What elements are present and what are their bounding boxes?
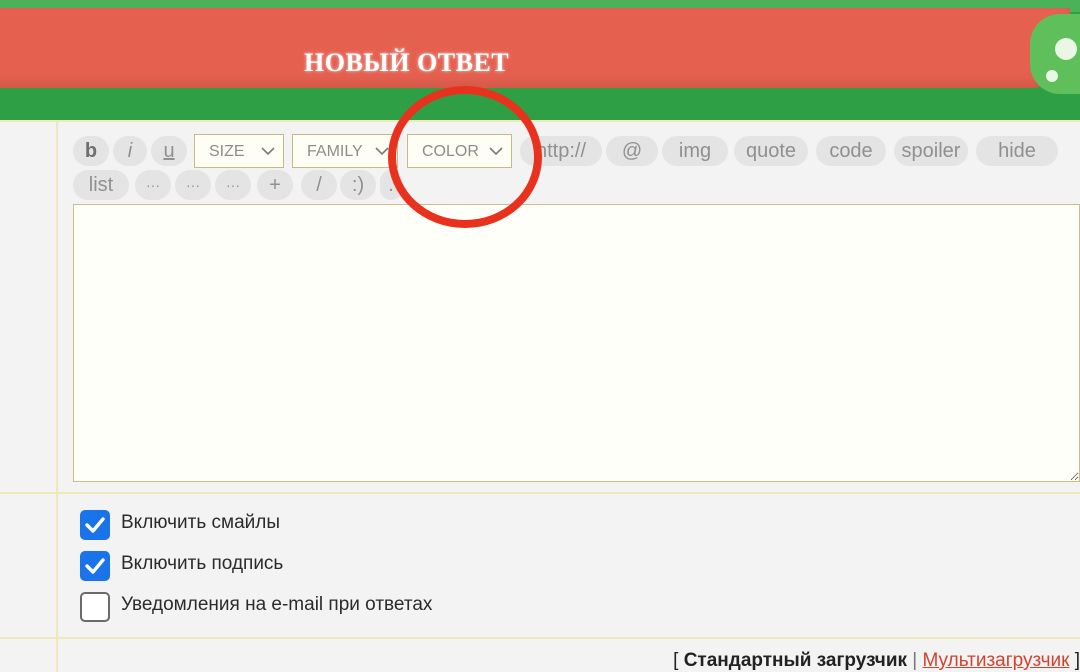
- page-title: НОВЫЙ ОТВЕТ: [304, 48, 510, 77]
- email-notify-checkbox[interactable]: [80, 592, 110, 622]
- banner-dot-decoration: [1055, 38, 1077, 60]
- smiley-button[interactable]: :): [340, 170, 376, 200]
- bracket-close: ]: [1074, 650, 1080, 671]
- uploader-separator: |: [912, 650, 918, 671]
- page-banner: НОВЫЙ ОТВЕТ: [0, 0, 1080, 120]
- enable-signature-label: Включить подпись: [121, 553, 284, 574]
- hide-button[interactable]: hide: [976, 136, 1058, 166]
- size-select[interactable]: SIZE: [194, 134, 284, 168]
- enable-smilies-label: Включить смайлы: [121, 512, 280, 533]
- img-button[interactable]: img: [662, 136, 728, 166]
- spoiler-button[interactable]: spoiler: [894, 136, 968, 166]
- uploader-switch: [ Стандартный загрузчик | Мультизагрузчи…: [673, 650, 1080, 672]
- message-editor[interactable]: [73, 204, 1080, 482]
- bracket-open: [: [673, 650, 679, 671]
- italic-button[interactable]: i: [113, 136, 147, 166]
- banner-dot-decoration: [1046, 70, 1058, 82]
- more-button[interactable]: ···: [215, 170, 251, 200]
- bold-button[interactable]: b: [73, 136, 109, 166]
- list-button[interactable]: list: [73, 170, 129, 200]
- section-divider: [0, 492, 1080, 494]
- size-select-label: SIZE: [209, 143, 245, 160]
- code-button[interactable]: code: [816, 136, 886, 166]
- check-icon: [85, 517, 105, 533]
- banner-green-band: [0, 92, 1080, 120]
- more-button[interactable]: ···: [175, 170, 211, 200]
- section-divider: [0, 637, 1080, 639]
- enable-signature-checkbox[interactable]: [80, 551, 110, 581]
- chevron-down-icon: [261, 147, 275, 156]
- chevron-down-icon: [375, 147, 389, 156]
- enable-smilies-checkbox[interactable]: [80, 510, 110, 540]
- slash-button[interactable]: /: [301, 170, 337, 200]
- family-select[interactable]: FAMILY: [292, 134, 398, 168]
- column-divider: [56, 120, 58, 672]
- more-button[interactable]: ···: [135, 170, 171, 200]
- banner-red-stripe: [0, 8, 1070, 88]
- underline-button[interactable]: u: [151, 136, 187, 166]
- multi-uploader-link[interactable]: Мультизагрузчик: [923, 650, 1070, 671]
- email-notify-label: Уведомления на e-mail при ответах: [121, 594, 433, 615]
- quote-button[interactable]: quote: [734, 136, 808, 166]
- check-icon: [85, 558, 105, 574]
- standard-uploader-label: Стандартный загрузчик: [683, 650, 908, 671]
- email-button[interactable]: @: [606, 136, 658, 166]
- section-divider: [0, 120, 1080, 122]
- plus-button[interactable]: +: [257, 170, 293, 200]
- family-select-label: FAMILY: [307, 143, 363, 160]
- annotation-circle: [388, 86, 542, 228]
